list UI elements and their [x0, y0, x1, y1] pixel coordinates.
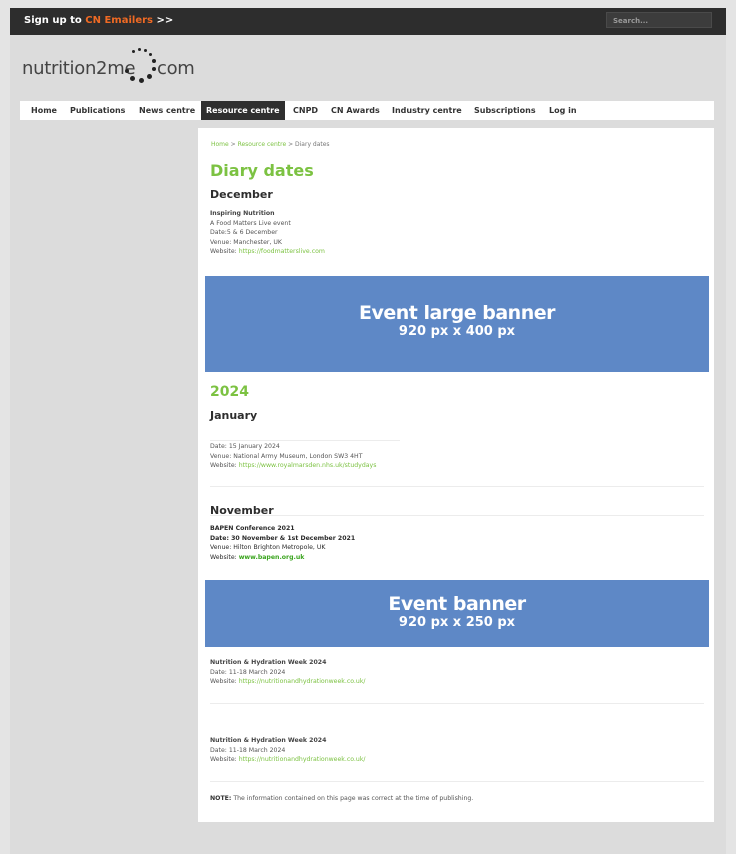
breadcrumb-sep: >: [228, 141, 238, 148]
website-label: Website:: [210, 553, 239, 561]
event-website-row: Website: https://nutritionandhydrationwe…: [210, 755, 365, 765]
nav-item-subscriptions[interactable]: Subscriptions: [469, 101, 541, 120]
logo-text-right: com: [157, 58, 195, 79]
breadcrumb-home[interactable]: Home: [211, 141, 229, 148]
nav-item-log-in[interactable]: Log in: [544, 101, 582, 120]
event-title: BAPEN Conference 2021: [210, 525, 295, 532]
logo-dot: [144, 49, 147, 52]
logo-dot: [149, 53, 152, 56]
event-hydration-week-1: Nutrition & Hydration Week 2024 Date: 11…: [210, 658, 365, 687]
search-input[interactable]: Search...: [606, 12, 712, 28]
event-large-banner[interactable]: Event large banner 920 px x 400 px: [205, 276, 709, 372]
event-january: Date: 15 January 2024 Venue: National Ar…: [210, 442, 376, 471]
site-logo[interactable]: nutrition2me com: [22, 42, 195, 92]
banner-size: 920 px x 400 px: [398, 324, 516, 339]
breadcrumb-current: Diary dates: [295, 141, 330, 148]
top-bar: Sign up to CN Emailers >> Search...: [10, 8, 726, 35]
signup-prefix: Sign up to: [24, 15, 86, 26]
divider: [210, 781, 704, 782]
banner-title: Event banner: [388, 593, 526, 615]
website-label: Website:: [210, 756, 239, 764]
event-venue: Venue: Manchester, UK: [210, 238, 282, 246]
event-title: Nutrition & Hydration Week 2024: [210, 737, 327, 744]
logo-dot: [139, 78, 144, 83]
logo-dot: [130, 76, 135, 81]
divider: [210, 515, 704, 516]
logo-text-left: nutrition2me: [22, 58, 136, 79]
breadcrumb-resource[interactable]: Resource centre: [238, 141, 287, 148]
nav-item-cn-awards[interactable]: CN Awards: [326, 101, 385, 120]
event-date: Date: 30 November & 1st December 2021: [210, 534, 356, 542]
logo-dot: [152, 67, 156, 71]
event-website-row: Website: https://nutritionandhydrationwe…: [210, 677, 365, 687]
logo-dot: [132, 50, 135, 53]
event-date: Date: 11-18 March 2024: [210, 746, 286, 754]
event-date: Date: 11-18 March 2024: [210, 668, 286, 676]
banner-title: Event large banner: [358, 302, 556, 324]
event-date: Date: 15 January 2024: [210, 443, 280, 450]
event-website-link[interactable]: https://nutritionandhydrationweek.co.uk/: [239, 678, 366, 685]
website-label: Website:: [210, 462, 239, 470]
event-title: Nutrition & Hydration Week 2024: [210, 659, 327, 666]
note-label: NOTE:: [210, 795, 232, 802]
month-heading-november: November: [210, 504, 274, 517]
website-label: Website:: [210, 678, 239, 686]
breadcrumb-sep: >: [286, 141, 296, 148]
main-nav: Home Publications News centre Resource c…: [20, 101, 714, 120]
nav-item-news-centre[interactable]: News centre: [134, 101, 200, 120]
nav-item-publications[interactable]: Publications: [65, 101, 130, 120]
event-hydration-week-2: Nutrition & Hydration Week 2024 Date: 11…: [210, 736, 365, 765]
banner-size: 920 px x 250 px: [398, 615, 516, 630]
nav-item-industry-centre[interactable]: Industry centre: [387, 101, 467, 120]
event-venue: Venue: Hilton Brighton Metropole, UK: [210, 544, 326, 552]
signup-highlight: CN Emailers: [85, 15, 153, 26]
event-bapen: BAPEN Conference 2021 Date: 30 November …: [210, 524, 355, 562]
month-heading-january: January: [210, 409, 258, 422]
event-website-link[interactable]: https://www.royalmarsden.nhs.uk/studyday…: [239, 462, 377, 469]
month-heading-december: December: [210, 188, 273, 201]
logo-dot: [138, 48, 141, 51]
nav-item-cnpd[interactable]: CNPD: [288, 101, 323, 120]
event-date: Date:5 & 6 December: [210, 229, 278, 237]
main-content: Home > Resource centre > Diary dates Dia…: [198, 128, 714, 822]
event-website-link[interactable]: https://foodmatterslive.com: [239, 248, 325, 255]
event-banner[interactable]: Event banner 920 px x 250 px: [205, 580, 709, 647]
page-note: NOTE: The information contained on this …: [210, 795, 473, 802]
event-website-link[interactable]: https://nutritionandhydrationweek.co.uk/: [239, 756, 366, 763]
signup-suffix: >>: [153, 15, 174, 26]
note-text: The information contained on this page w…: [231, 795, 474, 802]
logo-dot: [147, 74, 152, 79]
logo-dot: [125, 69, 129, 73]
signup-link[interactable]: Sign up to CN Emailers >>: [24, 15, 173, 26]
event-venue: Venue: National Army Museum, London SW3 …: [210, 452, 363, 460]
logo-dot: [152, 59, 156, 63]
event-website-row: Website: www.bapen.org.uk: [210, 553, 355, 563]
event-inspiring-nutrition: Inspiring Nutrition A Food Matters Live …: [210, 209, 325, 257]
breadcrumb: Home > Resource centre > Diary dates: [211, 141, 330, 148]
event-line: A Food Matters Live event: [210, 219, 291, 227]
event-website-row: Website: https://foodmatterslive.com: [210, 247, 325, 257]
divider: [210, 703, 704, 704]
event-website-row: Website: https://www.royalmarsden.nhs.uk…: [210, 461, 376, 471]
event-website-link[interactable]: www.bapen.org.uk: [239, 554, 305, 561]
divider: [210, 486, 704, 487]
nav-item-home[interactable]: Home: [26, 101, 62, 120]
website-label: Website:: [210, 248, 239, 256]
event-title: Inspiring Nutrition: [210, 210, 275, 217]
year-heading: 2024: [210, 384, 249, 400]
page-title: Diary dates: [210, 161, 314, 180]
divider: [210, 440, 400, 441]
nav-item-resource-centre[interactable]: Resource centre: [201, 101, 285, 120]
